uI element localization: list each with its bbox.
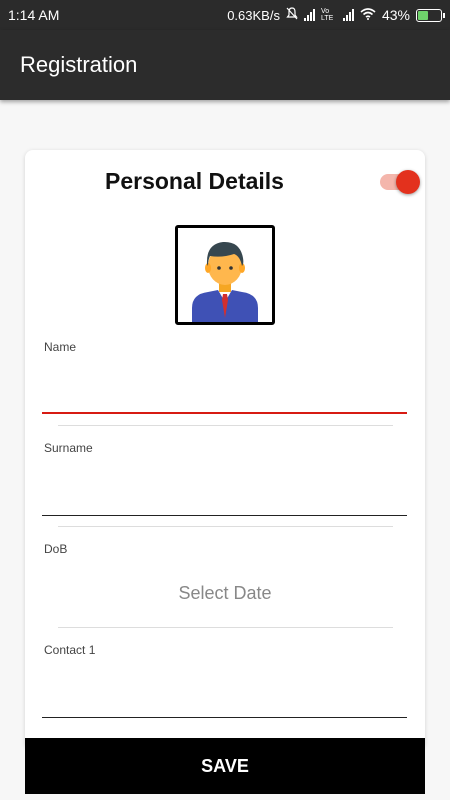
divider bbox=[58, 526, 393, 527]
divider bbox=[58, 627, 393, 628]
toggle-thumb bbox=[396, 170, 420, 194]
name-input[interactable] bbox=[42, 378, 407, 408]
divider bbox=[58, 425, 393, 426]
signal-icon-2 bbox=[342, 9, 354, 21]
select-date-button[interactable]: Select Date bbox=[25, 583, 425, 604]
surname-input[interactable] bbox=[42, 480, 407, 510]
dob-label: DoB bbox=[44, 542, 68, 556]
personal-details-toggle[interactable] bbox=[380, 170, 420, 194]
contact1-input[interactable] bbox=[42, 682, 407, 712]
page-title: Registration bbox=[20, 52, 138, 77]
businessman-avatar-icon bbox=[192, 241, 258, 322]
wifi-icon bbox=[360, 7, 376, 23]
save-button[interactable]: SAVE bbox=[25, 738, 425, 794]
battery-fill bbox=[418, 10, 429, 20]
surname-label: Surname bbox=[44, 441, 93, 455]
personal-details-card: Personal Details Name Surname DoB Select… bbox=[25, 150, 425, 750]
battery-charging-icon bbox=[416, 8, 445, 22]
contact1-underline bbox=[42, 717, 407, 718]
status-icons: 0.63KB/s Vo LTE 43% bbox=[227, 7, 445, 23]
save-button-label: SAVE bbox=[201, 755, 249, 776]
name-underline bbox=[42, 412, 407, 414]
network-speed: 0.63KB/s bbox=[227, 7, 280, 23]
card-title: Personal Details bbox=[105, 168, 284, 194]
status-bar: 1:14 AM 0.63KB/s Vo LTE 43% bbox=[0, 0, 450, 30]
surname-underline bbox=[42, 515, 407, 516]
mute-icon bbox=[286, 7, 298, 23]
volte-icon: Vo LTE bbox=[320, 8, 334, 22]
profile-photo-picker[interactable] bbox=[175, 225, 275, 325]
status-time: 1:14 AM bbox=[8, 7, 60, 23]
name-label: Name bbox=[44, 340, 77, 354]
signal-icon bbox=[303, 9, 315, 21]
battery-percent: 43% bbox=[381, 7, 410, 23]
contact1-label: Contact 1 bbox=[44, 643, 96, 657]
app-bar: Registration bbox=[0, 30, 450, 100]
